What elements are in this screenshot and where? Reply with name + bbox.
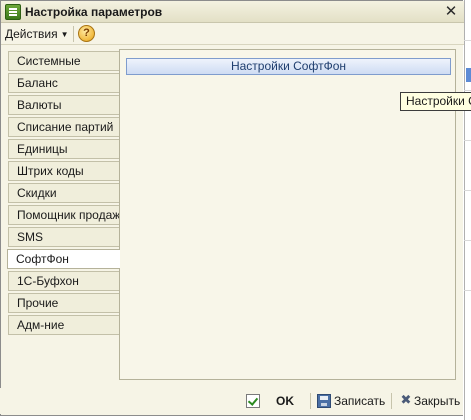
tab-item[interactable]: СофтФон [7, 249, 120, 269]
tab-label: Единицы [17, 142, 68, 156]
save-button[interactable]: Записать [334, 393, 385, 409]
close-button[interactable]: Закрыть [414, 393, 460, 409]
tab-label: 1С-Буфхон [17, 274, 79, 288]
tab-label: Штрих коды [17, 164, 84, 178]
background-grid-line [464, 240, 471, 241]
tab-item[interactable]: SMS [8, 227, 119, 247]
app-icon [5, 4, 21, 20]
footer-separator [391, 393, 392, 409]
tab-label: Скидки [17, 186, 57, 200]
background-grid-line [464, 190, 471, 191]
tab-label: Прочие [17, 296, 59, 310]
chevron-down-icon: ▼ [60, 30, 69, 39]
help-icon[interactable]: ? [78, 25, 95, 42]
tab-item[interactable]: 1С-Буфхон [8, 271, 119, 291]
actions-menu-label: Действия [5, 27, 58, 41]
tab-item[interactable]: Прочие [8, 293, 119, 313]
background-grid-line [464, 140, 471, 141]
tab-item[interactable]: Валюты [8, 95, 119, 115]
background-selection-marker [466, 68, 471, 82]
background-window-strip [464, 0, 471, 420]
toolbar: Действия ▼ ? [1, 23, 464, 45]
ok-button[interactable]: OK [270, 393, 300, 409]
tab-item[interactable]: Штрих коды [8, 161, 119, 181]
close-icon: ✖ [400, 392, 412, 407]
tab-label: Баланс [17, 76, 58, 90]
window-close-button[interactable]: ✕ [442, 3, 460, 21]
tab-item[interactable]: Баланс [8, 73, 119, 93]
background-grid-line [464, 40, 471, 41]
tab-item[interactable]: Единицы [8, 139, 119, 159]
window-title: Настройка параметров [25, 5, 163, 19]
footer-separator [310, 393, 311, 409]
tab-item[interactable]: Скидки [8, 183, 119, 203]
tab-item[interactable]: Адм-ние [8, 315, 119, 335]
tab-label: SMS [17, 230, 44, 244]
tab-label: СофтФон [16, 252, 69, 266]
tab-item[interactable]: Помощник продаж [8, 205, 119, 225]
tab-item[interactable]: Системные [8, 51, 119, 71]
actions-menu-button[interactable]: Действия ▼ [5, 26, 69, 42]
tab-item[interactable]: Списание партий [8, 117, 119, 137]
settings-window: Настройка параметров ✕ Действия ▼ ? Систе… [0, 0, 464, 416]
tab-label: Системные [17, 54, 81, 68]
background-grid-line [464, 90, 471, 91]
ok-icon [246, 394, 260, 408]
tooltip: Настройки С [400, 92, 471, 111]
tab-label: Адм-ние [17, 318, 65, 332]
tab-label: Валюты [17, 98, 62, 112]
title-bar[interactable]: Настройка параметров ✕ [1, 1, 464, 23]
tab-label: Списание партий [17, 120, 114, 134]
tab-label: Помощник продаж [17, 208, 119, 222]
background-grid-line [464, 290, 471, 291]
softfon-settings-button[interactable]: Настройки СофтФон [126, 58, 451, 75]
save-icon [317, 394, 331, 408]
footer-bar [0, 388, 463, 414]
toolbar-separator [73, 26, 74, 42]
